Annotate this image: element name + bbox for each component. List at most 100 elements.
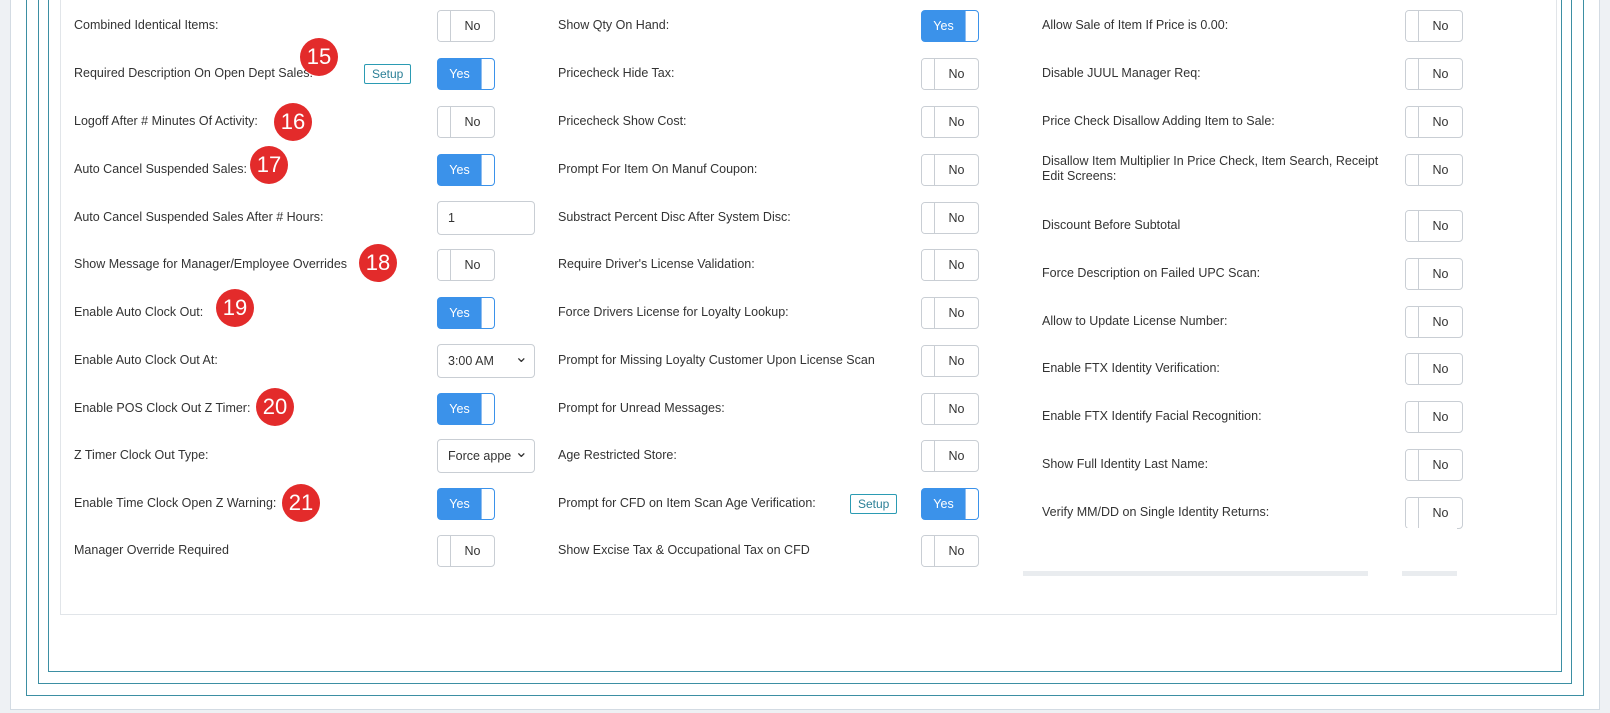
toggle-value: No bbox=[464, 115, 481, 129]
toggle-knob bbox=[438, 11, 451, 41]
toggle-knob bbox=[922, 203, 935, 233]
toggle-manager-override-required[interactable]: No bbox=[437, 535, 495, 567]
setting-label-force-drivers-license-for-loyalty-lookup: Force Drivers License for Loyalty Lookup… bbox=[558, 305, 789, 319]
setting-label-disallow-item-multiplier-in-price-check-item-search-receipt-edit-screens: Disallow Item Multiplier In Price Check,… bbox=[1042, 154, 1379, 183]
step-badge-16: 16 bbox=[274, 103, 312, 141]
select-enable-auto-clock-out-at[interactable]: 3:00 AM ⌄ bbox=[437, 344, 535, 378]
toggle-prompt-for-item-on-manuf-coupon[interactable]: No bbox=[921, 154, 979, 186]
toggle-knob bbox=[481, 59, 494, 89]
toggle-knob bbox=[922, 441, 935, 471]
setting-label-pricecheck-hide-tax: Pricecheck Hide Tax: bbox=[558, 66, 675, 80]
select-value: 3:00 AM bbox=[448, 354, 494, 368]
toggle-pricecheck-hide-tax[interactable]: No bbox=[921, 58, 979, 90]
toggle-knob bbox=[1406, 402, 1419, 432]
setting-label-age-restricted-store: Age Restricted Store: bbox=[558, 448, 677, 462]
toggle-knob bbox=[965, 11, 978, 41]
toggle-knob bbox=[1406, 211, 1419, 241]
toggle-value: No bbox=[464, 19, 481, 33]
toggle-value: No bbox=[948, 115, 965, 129]
toggle-prompt-for-missing-loyalty-customer-upon-license-scan[interactable]: No bbox=[921, 345, 979, 377]
scroll-overlay bbox=[1023, 528, 1457, 600]
toggle-show-full-identity-last-name[interactable]: No bbox=[1405, 449, 1463, 481]
toggle-value: Yes bbox=[449, 497, 470, 511]
toggle-show-qty-on-hand[interactable]: Yes bbox=[921, 10, 979, 42]
toggle-force-drivers-license-for-loyalty-lookup[interactable]: No bbox=[921, 297, 979, 329]
setting-label-enable-time-clock-open-z-warning: Enable Time Clock Open Z Warning: bbox=[74, 496, 277, 510]
setting-label-auto-cancel-suspended-sales-after-hours: Auto Cancel Suspended Sales After # Hour… bbox=[74, 210, 324, 224]
setting-label-verify-mm-dd-on-single-identity-returns: Verify MM/DD on Single Identity Returns: bbox=[1042, 505, 1270, 519]
setting-label-logoff-after-minutes-of-activity: Logoff After # Minutes Of Activity: bbox=[74, 114, 258, 128]
toggle-show-excise-tax-occupational-tax-on-cfd[interactable]: No bbox=[921, 535, 979, 567]
toggle-knob bbox=[1406, 354, 1419, 384]
toggle-disallow-item-multiplier-in-price-check-item-search-receipt-edit-screens[interactable]: No bbox=[1405, 154, 1463, 186]
toggle-price-check-disallow-adding-item-to-sale[interactable]: No bbox=[1405, 106, 1463, 138]
toggle-verify-mm-dd-on-single-identity-returns[interactable]: No bbox=[1405, 497, 1463, 529]
setting-label-show-full-identity-last-name: Show Full Identity Last Name: bbox=[1042, 457, 1209, 471]
toggle-knob bbox=[481, 155, 494, 185]
setting-label-combined-identical-items: Combined Identical Items: bbox=[74, 18, 219, 32]
toggle-knob bbox=[1406, 11, 1419, 41]
toggle-enable-ftx-identify-facial-recognition[interactable]: No bbox=[1405, 401, 1463, 433]
toggle-value: Yes bbox=[449, 163, 470, 177]
toggle-value: No bbox=[1432, 115, 1449, 129]
toggle-enable-pos-clock-out-z-timer[interactable]: Yes bbox=[437, 393, 495, 425]
toggle-value: No bbox=[1432, 410, 1449, 424]
setting-label-enable-auto-clock-out-at: Enable Auto Clock Out At: bbox=[74, 353, 218, 367]
toggle-logoff-after-minutes-of-activity[interactable]: No bbox=[437, 106, 495, 138]
toggle-disable-juul-manager-req[interactable]: No bbox=[1405, 58, 1463, 90]
select-z-timer-clock-out-type[interactable]: Force appe ⌄ bbox=[437, 439, 535, 473]
toggle-required-description-on-open-dept-sales[interactable]: Yes bbox=[437, 58, 495, 90]
toggle-prompt-for-cfd-on-item-scan-age-verification[interactable]: Yes bbox=[921, 488, 979, 520]
setting-label-prompt-for-unread-messages: Prompt for Unread Messages: bbox=[558, 401, 725, 415]
toggle-force-description-on-failed-upc-scan[interactable]: No bbox=[1405, 258, 1463, 290]
toggle-age-restricted-store[interactable]: No bbox=[921, 440, 979, 472]
toggle-knob bbox=[438, 107, 451, 137]
step-badge-18: 18 bbox=[359, 244, 397, 282]
toggle-enable-auto-clock-out[interactable]: Yes bbox=[437, 297, 495, 329]
toggle-knob bbox=[922, 155, 935, 185]
input-auto-cancel-suspended-sales-after-hours[interactable]: 1 bbox=[437, 201, 535, 235]
toggle-value: No bbox=[1432, 315, 1449, 329]
step-badge-17: 17 bbox=[250, 146, 288, 184]
toggle-combined-identical-items[interactable]: No bbox=[437, 10, 495, 42]
toggle-knob bbox=[481, 298, 494, 328]
toggle-auto-cancel-suspended-sales[interactable]: Yes bbox=[437, 154, 495, 186]
setting-label-price-check-disallow-adding-item-to-sale: Price Check Disallow Adding Item to Sale… bbox=[1042, 114, 1275, 128]
chevron-down-icon: ⌄ bbox=[514, 349, 528, 366]
toggle-value: No bbox=[948, 449, 965, 463]
step-badge-19: 19 bbox=[216, 289, 254, 327]
chevron-down-icon: ⌄ bbox=[514, 444, 528, 461]
toggle-require-driver-s-license-validation[interactable]: No bbox=[921, 249, 979, 281]
toggle-knob bbox=[1406, 450, 1419, 480]
setting-label-force-description-on-failed-upc-scan: Force Description on Failed UPC Scan: bbox=[1042, 266, 1261, 280]
toggle-knob bbox=[438, 536, 451, 566]
toggle-enable-ftx-identity-verification[interactable]: No bbox=[1405, 353, 1463, 385]
setting-label-manager-override-required: Manager Override Required bbox=[74, 543, 229, 557]
toggle-value: Yes bbox=[449, 67, 470, 81]
setting-label-discount-before-subtotal: Discount Before Subtotal bbox=[1042, 218, 1181, 232]
setting-label-show-excise-tax-occupational-tax-on-cfd: Show Excise Tax & Occupational Tax on CF… bbox=[558, 543, 810, 557]
toggle-value: No bbox=[464, 544, 481, 558]
toggle-allow-sale-of-item-if-price-is-0-00[interactable]: No bbox=[1405, 10, 1463, 42]
toggle-value: No bbox=[948, 67, 965, 81]
toggle-prompt-for-unread-messages[interactable]: No bbox=[921, 393, 979, 425]
toggle-value: No bbox=[1432, 163, 1449, 177]
toggle-knob bbox=[1406, 498, 1419, 528]
toggle-knob bbox=[1406, 259, 1419, 289]
toggle-substract-percent-disc-after-system-disc[interactable]: No bbox=[921, 202, 979, 234]
toggle-enable-time-clock-open-z-warning[interactable]: Yes bbox=[437, 488, 495, 520]
toggle-discount-before-subtotal[interactable]: No bbox=[1405, 210, 1463, 242]
setting-label-enable-ftx-identify-facial-recognition: Enable FTX Identify Facial Recognition: bbox=[1042, 409, 1262, 423]
toggle-knob bbox=[965, 489, 978, 519]
step-badge-21: 21 bbox=[282, 484, 320, 522]
setup-button-prompt-for-cfd-on-item-scan-age-verification[interactable]: Setup bbox=[850, 494, 898, 514]
toggle-value: No bbox=[1432, 219, 1449, 233]
toggle-show-message-for-manager-employee-overrides[interactable]: No bbox=[437, 249, 495, 281]
toggle-value: No bbox=[1432, 67, 1449, 81]
setting-label-require-driver-s-license-validation: Require Driver's License Validation: bbox=[558, 257, 755, 271]
setup-button-required-description-on-open-dept-sales[interactable]: Setup bbox=[364, 64, 412, 84]
toggle-value: No bbox=[948, 163, 965, 177]
toggle-pricecheck-show-cost[interactable]: No bbox=[921, 106, 979, 138]
toggle-allow-to-update-license-number[interactable]: No bbox=[1405, 306, 1463, 338]
toggle-knob bbox=[922, 250, 935, 280]
